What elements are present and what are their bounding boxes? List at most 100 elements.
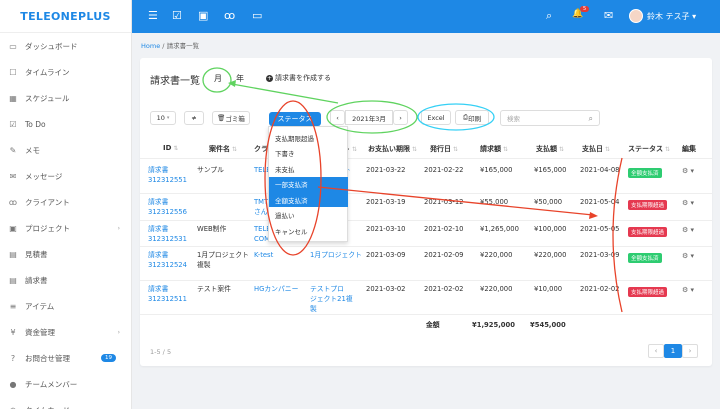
column-header-label: お支払い期限	[368, 145, 410, 153]
cell-client[interactable]: HGカンパニー	[254, 284, 298, 294]
sidebar-item[interactable]: ▣ プロジェクト ›	[0, 218, 132, 238]
cell-due: 2021-03-10	[366, 225, 406, 233]
sidebar-item-label: タイムライン	[25, 67, 70, 77]
cell-case: サンプル	[197, 166, 224, 174]
sidebar-item-label: チームメンバー	[25, 379, 78, 389]
people-icon[interactable]: ꝏ	[224, 9, 235, 22]
sort-icon: ⇅	[352, 146, 358, 153]
search-icon[interactable]: ⌕	[546, 9, 552, 23]
total-paid: ¥545,000	[530, 321, 566, 329]
sidebar-item[interactable]: ◷ タイムカード	[0, 400, 132, 409]
cell-id[interactable]: 請求書 312312511	[148, 284, 187, 304]
trash-button[interactable]: 🗑 ゴミ箱	[212, 111, 250, 125]
sidebar-item[interactable]: ▤ 請求書	[0, 270, 132, 290]
column-header[interactable]: ステータス ⇅	[628, 144, 670, 154]
cell-id[interactable]: 請求書 312312551	[148, 165, 187, 185]
menu-icon[interactable]: ☰	[148, 9, 158, 22]
breadcrumb-home-link[interactable]: Home	[141, 42, 160, 50]
select-caret-icon: ▾	[166, 115, 170, 121]
cell-paid: ¥10,000	[534, 285, 563, 293]
sort-icon: ⇅	[559, 146, 565, 153]
checkbox-icon[interactable]: ☑	[172, 9, 182, 22]
brand-logo[interactable]: TELEONEPLUS	[0, 0, 131, 33]
toggle-columns-button[interactable]: ≉	[184, 111, 204, 125]
page-size-select[interactable]: 10 ▾	[150, 111, 176, 125]
sidebar-item[interactable]: ● チームメンバー	[0, 374, 132, 394]
row-actions-gear-icon[interactable]: ⚙ ▾	[682, 226, 694, 234]
sidebar-item[interactable]: ꝏ クライアント	[0, 192, 132, 212]
sidebar-item[interactable]: ? お問合せ管理 19	[0, 348, 132, 368]
sidebar-item[interactable]: ✎ メモ	[0, 140, 132, 160]
cell-project[interactable]: テストプロ ジェクト21複 製	[310, 284, 353, 314]
status-option[interactable]: 支払期限超過	[269, 130, 348, 145]
status-option[interactable]: 未支払	[269, 161, 348, 176]
sidebar-item[interactable]: ≡ アイテム	[0, 296, 132, 316]
row-actions-gear-icon[interactable]: ⚙ ▾	[682, 252, 694, 260]
row-actions-gear-icon[interactable]: ⚙ ▾	[682, 199, 694, 207]
column-header[interactable]: 案件名 ⇅	[209, 144, 237, 154]
tab-month[interactable]: 月	[214, 73, 222, 84]
status-option[interactable]: 下書き	[269, 146, 348, 161]
mail-icon: ✉	[9, 171, 17, 181]
trash-label: ゴミ箱	[225, 115, 245, 123]
sidebar-item[interactable]: ☐ タイムライン	[0, 62, 132, 82]
avatar[interactable]	[629, 9, 643, 23]
row-actions-gear-icon[interactable]: ⚙ ▾	[682, 167, 694, 175]
cell-id[interactable]: 請求書 312312531	[148, 224, 187, 244]
status-filter-button[interactable]: ステータス	[269, 112, 321, 126]
cell-id[interactable]: 請求書 312312524	[148, 250, 187, 270]
mail-icon[interactable]: ✉	[604, 9, 613, 22]
row-actions-gear-icon[interactable]: ⚙ ▾	[682, 286, 694, 294]
column-header[interactable]: ID ⇅	[163, 144, 178, 152]
briefcase-icon[interactable]: ▣	[198, 9, 208, 22]
pagination-next[interactable]: ›	[682, 344, 698, 358]
status-badge: 全額支払済	[628, 253, 662, 263]
column-header[interactable]: 請求額 ⇅	[480, 144, 508, 154]
sidebar-item[interactable]: ▤ 見積書	[0, 244, 132, 264]
status-option[interactable]: 一部支払済	[269, 176, 348, 192]
cell-issued: 2021-03-12	[424, 198, 464, 206]
sort-icon: ⇅	[232, 146, 238, 153]
sidebar-item[interactable]: ✉ メッセージ	[0, 166, 132, 186]
pagination-page-1[interactable]: 1	[664, 344, 682, 358]
sidebar-item-label: To Do	[25, 119, 46, 129]
period-display[interactable]: 2021年3月	[345, 110, 393, 125]
cell-amount: ¥165,000	[480, 166, 513, 174]
pagination-prev[interactable]: ‹	[648, 344, 664, 358]
sort-icon: ⇅	[605, 146, 611, 153]
status-option[interactable]: 過払い	[269, 208, 348, 223]
cell-due: 2021-03-02	[366, 285, 406, 293]
column-header[interactable]: お支払い期限 ⇅	[368, 144, 417, 154]
search-input[interactable]: 検索 ⌕	[500, 110, 600, 126]
cell-project[interactable]: 1月プロジェクト	[310, 250, 362, 260]
page-number: 1	[670, 347, 676, 355]
top-navbar: ☰ ☑ ▣ ꝏ ▭ ⌕ 🔔 5 ✉ 鈴木 テス子 ▾	[132, 0, 720, 33]
excel-export-button[interactable]: Excel	[421, 110, 451, 125]
sidebar-item[interactable]: ¥ 資金管理 ›	[0, 322, 132, 342]
sidebar-item[interactable]: ▭ ダッシュボード	[0, 36, 132, 56]
sort-icon: ⇅	[665, 146, 671, 153]
column-header[interactable]: 編集	[682, 144, 696, 154]
monitor-icon[interactable]: ▭	[252, 9, 262, 22]
print-button[interactable]: ⎙ 印刷	[455, 110, 489, 125]
column-header[interactable]: 発行日 ⇅	[430, 144, 458, 154]
cell-paid: ¥220,000	[534, 251, 567, 259]
cell-case: 1月プロジェクト 複製	[197, 251, 249, 269]
prev-period-button[interactable]: ‹	[330, 110, 345, 125]
header-divider	[140, 158, 712, 159]
column-header[interactable]: 支払額 ⇅	[536, 144, 564, 154]
cell-client[interactable]: K-test	[254, 250, 273, 260]
next-period-button[interactable]: ›	[393, 110, 408, 125]
user-menu[interactable]: 鈴木 テス子 ▾	[647, 11, 696, 22]
tab-year[interactable]: 年	[236, 73, 244, 84]
document-icon: ▤	[9, 249, 17, 259]
sidebar-item[interactable]: ☑ To Do	[0, 114, 132, 134]
print-label: 印刷	[468, 114, 482, 123]
people-icon: ꝏ	[8, 197, 18, 207]
create-invoice-button[interactable]: + 請求書を作成する	[266, 73, 331, 83]
column-header[interactable]: 支払日 ⇅	[582, 144, 610, 154]
status-option[interactable]: キャンセル	[269, 223, 348, 238]
cell-id[interactable]: 請求書 312312556	[148, 197, 187, 217]
sidebar-item[interactable]: ▦ スケジュール	[0, 88, 132, 108]
status-option[interactable]: 全額支払済	[269, 192, 348, 207]
